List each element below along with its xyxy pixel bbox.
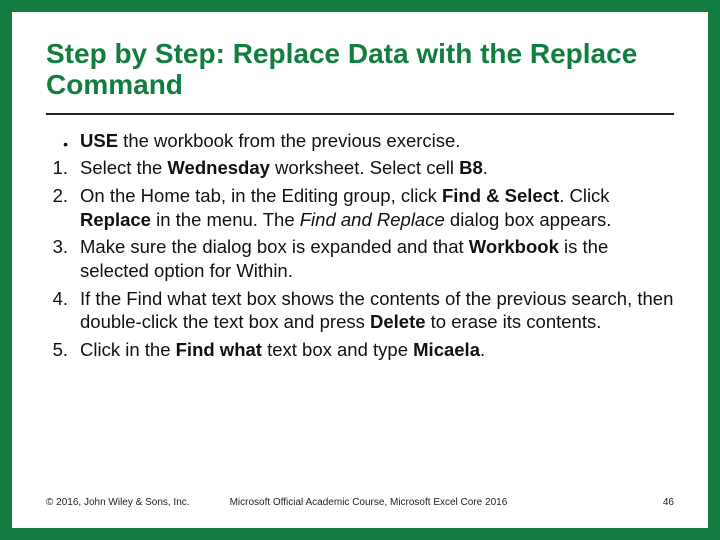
footer-course: Microsoft Official Academic Course, Micr…: [230, 497, 663, 508]
slide-title: Step by Step: Replace Data with the Repl…: [46, 38, 674, 115]
footer-copyright: © 2016, John Wiley & Sons, Inc.: [46, 497, 190, 508]
item-text: Make sure the dialog box is expanded and…: [80, 235, 674, 282]
step-item: 5.Click in the Find what text box and ty…: [46, 338, 674, 362]
slide-footer: © 2016, John Wiley & Sons, Inc. Microsof…: [46, 491, 674, 508]
step-number: 3.: [46, 235, 80, 282]
step-item: 2.On the Home tab, in the Editing group,…: [46, 184, 674, 231]
bullet-marker: •: [46, 129, 80, 153]
step-item: 4.If the Find what text box shows the co…: [46, 287, 674, 334]
item-text: Click in the Find what text box and type…: [80, 338, 674, 362]
step-item: 3.Make sure the dialog box is expanded a…: [46, 235, 674, 282]
step-number: 5.: [46, 338, 80, 362]
item-text: USE the workbook from the previous exerc…: [80, 129, 674, 153]
step-number: 1.: [46, 156, 80, 180]
bullet-item: •USE the workbook from the previous exer…: [46, 129, 674, 153]
item-text: Select the Wednesday worksheet. Select c…: [80, 156, 674, 180]
step-number: 2.: [46, 184, 80, 231]
footer-page-number: 46: [663, 497, 674, 508]
item-text: If the Find what text box shows the cont…: [80, 287, 674, 334]
slide: Step by Step: Replace Data with the Repl…: [12, 12, 708, 528]
slide-content: •USE the workbook from the previous exer…: [46, 129, 674, 491]
step-item: 1.Select the Wednesday worksheet. Select…: [46, 156, 674, 180]
step-number: 4.: [46, 287, 80, 334]
item-text: On the Home tab, in the Editing group, c…: [80, 184, 674, 231]
